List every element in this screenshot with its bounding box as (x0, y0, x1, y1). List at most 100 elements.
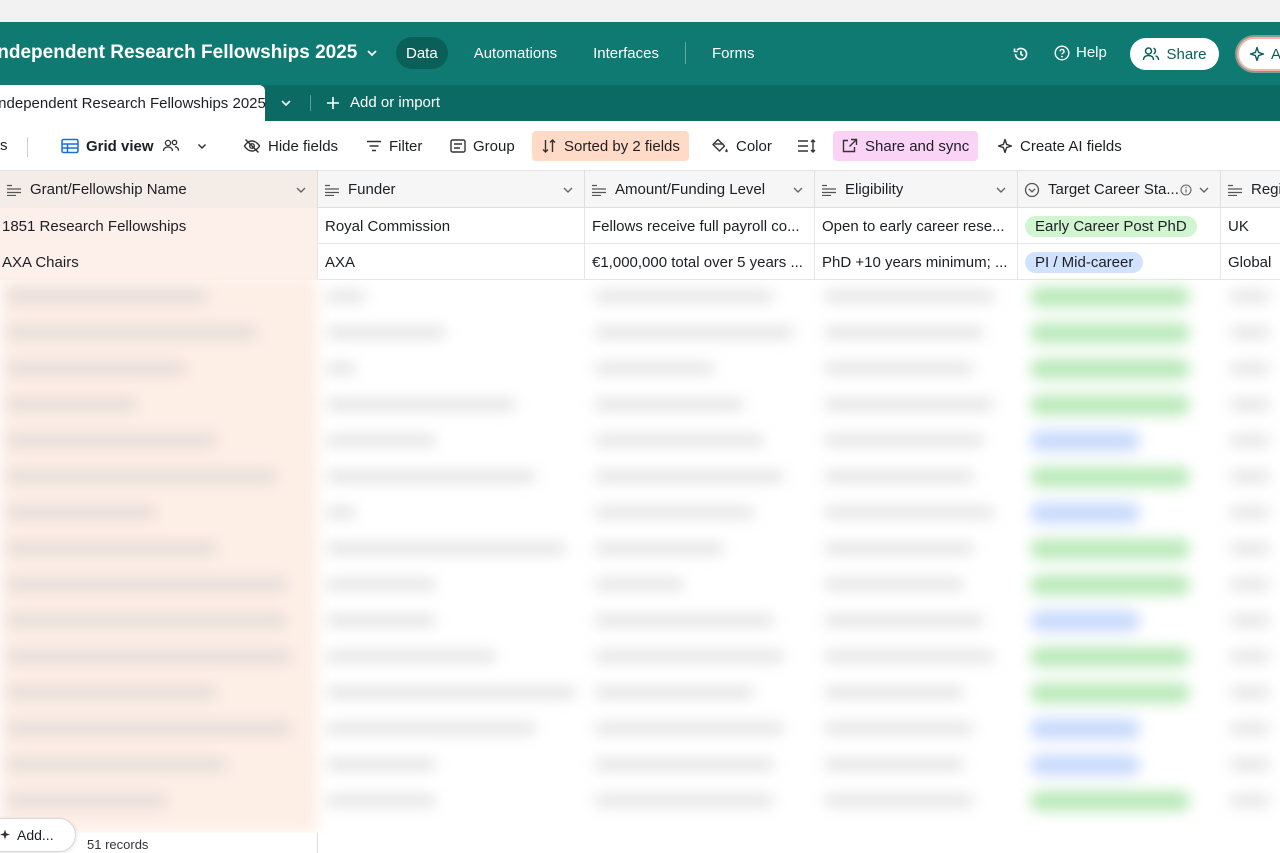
add-record-button[interactable]: Add... (0, 818, 76, 852)
view-switcher[interactable]: Grid view (55, 131, 214, 161)
blurred-text (6, 327, 256, 338)
blurred-text (1230, 687, 1270, 698)
plus-icon (327, 96, 339, 109)
blurred-text (326, 651, 496, 662)
all-tables-chevron-icon[interactable] (279, 96, 293, 110)
share-and-sync-button[interactable]: Share and sync (833, 131, 979, 161)
blurred-text (6, 435, 216, 446)
color-button[interactable]: Color (705, 131, 778, 161)
single-select-field-icon (1024, 182, 1040, 197)
blurred-rows-content (0, 277, 1280, 833)
blurred-text (594, 759, 774, 770)
long-text-field-icon (1228, 184, 1242, 196)
chevron-down-icon (367, 50, 377, 57)
help-label: Help (1076, 44, 1107, 61)
table-tab-active[interactable]: Independent Research Fellowships 2025 (0, 85, 266, 121)
column-header-funder[interactable]: Funder (318, 171, 585, 208)
info-icon[interactable] (1180, 184, 1192, 196)
blurred-text (824, 651, 994, 662)
cell-career-stage[interactable]: PI / Mid-career (1018, 244, 1221, 280)
long-text-field-icon (325, 184, 339, 196)
row-height-button[interactable] (791, 131, 823, 161)
filter-icon (367, 140, 381, 152)
blurred-text (594, 687, 754, 698)
blurred-text (326, 687, 576, 698)
cell-text: UK (1228, 217, 1249, 235)
blurred-text (594, 507, 754, 518)
collaborative-view-icon (162, 139, 179, 152)
cell-eligibility[interactable]: Open to early career rese... (815, 208, 1018, 244)
cell-funder[interactable]: Royal Commission (318, 208, 585, 244)
ai-assistant-button[interactable]: A (1237, 37, 1280, 71)
hide-fields-label: Hide fields (268, 137, 339, 155)
column-header-name[interactable]: Grant/Fellowship Name (0, 171, 318, 208)
column-header-amount[interactable]: Amount/Funding Level (585, 171, 815, 208)
table-row[interactable]: AXA Chairs AXA €1,000,000 total over 5 y… (0, 244, 1280, 280)
grid-footer (0, 833, 1280, 853)
cell-region[interactable]: Global (1221, 244, 1280, 280)
blurred-text (1230, 291, 1270, 302)
share-button[interactable]: Share (1130, 38, 1219, 70)
column-header-eligibility[interactable]: Eligibility (815, 171, 1018, 208)
chevron-down-icon (793, 187, 803, 193)
nav-automations[interactable]: Automations (464, 37, 567, 69)
add-or-import-button[interactable]: Add or import (326, 94, 440, 111)
cell-funder[interactable]: AXA (318, 244, 585, 280)
blurred-pill (1030, 431, 1140, 451)
blurred-text (1230, 579, 1270, 590)
nav-forms[interactable]: Forms (702, 37, 765, 69)
group-button[interactable]: Group (444, 131, 521, 161)
row-height-icon (798, 139, 816, 153)
base-title-menu[interactable]: Independent Research Fellowships 2025 (0, 42, 379, 64)
blurred-text (824, 723, 974, 734)
blurred-text (594, 615, 774, 626)
blurred-text (6, 795, 166, 806)
views-toggle[interactable]: s (0, 137, 8, 154)
nav-interfaces[interactable]: Interfaces (583, 37, 669, 69)
blurred-text (326, 291, 366, 302)
blurred-text (326, 363, 356, 374)
blurred-text (594, 471, 784, 482)
group-icon (450, 139, 466, 153)
column-header-label: Regi (1251, 181, 1280, 198)
blurred-text (594, 363, 714, 374)
blurred-text (1230, 507, 1270, 518)
cell-name[interactable]: AXA Chairs (0, 244, 318, 280)
blurred-text (594, 543, 724, 554)
filter-button[interactable]: Filter (360, 131, 428, 161)
create-ai-fields-button[interactable]: Create AI fields (991, 131, 1128, 161)
blurred-text (326, 795, 436, 806)
blurred-text (6, 543, 216, 554)
column-header-career-stage[interactable]: Target Career Sta... (1018, 171, 1221, 208)
hide-fields-button[interactable]: Hide fields (237, 131, 344, 161)
cell-text: €1,000,000 total over 5 years ... (592, 253, 803, 271)
cell-region[interactable]: UK (1221, 208, 1280, 244)
blurred-text (6, 723, 291, 734)
long-text-field-icon (592, 184, 606, 196)
tables-bar: Independent Research Fellowships 2025 Ad… (0, 85, 1280, 121)
blurred-text (824, 291, 994, 302)
sort-button[interactable]: Sorted by 2 fields (532, 131, 689, 161)
cell-name[interactable]: 1851 Research Fellowships (0, 208, 318, 244)
blurred-pill (1030, 719, 1140, 739)
blurred-pill (1030, 503, 1140, 523)
cell-amount[interactable]: €1,000,000 total over 5 years ... (585, 244, 815, 280)
cell-amount[interactable]: Fellows receive full payroll co... (585, 208, 815, 244)
column-header-region[interactable]: Regi (1221, 171, 1280, 208)
cell-eligibility[interactable]: PhD +10 years minimum; ... (815, 244, 1018, 280)
table-row[interactable]: 1851 Research Fellowships Royal Commissi… (0, 208, 1280, 244)
history-icon[interactable] (1012, 45, 1030, 63)
blurred-text (594, 579, 684, 590)
blurred-text (6, 759, 226, 770)
paint-bucket-icon (712, 138, 728, 153)
career-stage-pill: PI / Mid-career (1025, 251, 1144, 273)
cell-text: AXA (325, 253, 356, 271)
cell-career-stage[interactable]: Early Career Post PhD (1018, 208, 1221, 244)
help-button[interactable]: Help (1054, 44, 1107, 61)
share-and-sync-label: Share and sync (865, 137, 970, 155)
blurred-text (594, 399, 744, 410)
create-ai-fields-label: Create AI fields (1020, 137, 1122, 155)
eye-slash-icon (243, 139, 261, 153)
nav-data[interactable]: Data (396, 37, 448, 69)
column-header-label: Funder (348, 181, 396, 198)
